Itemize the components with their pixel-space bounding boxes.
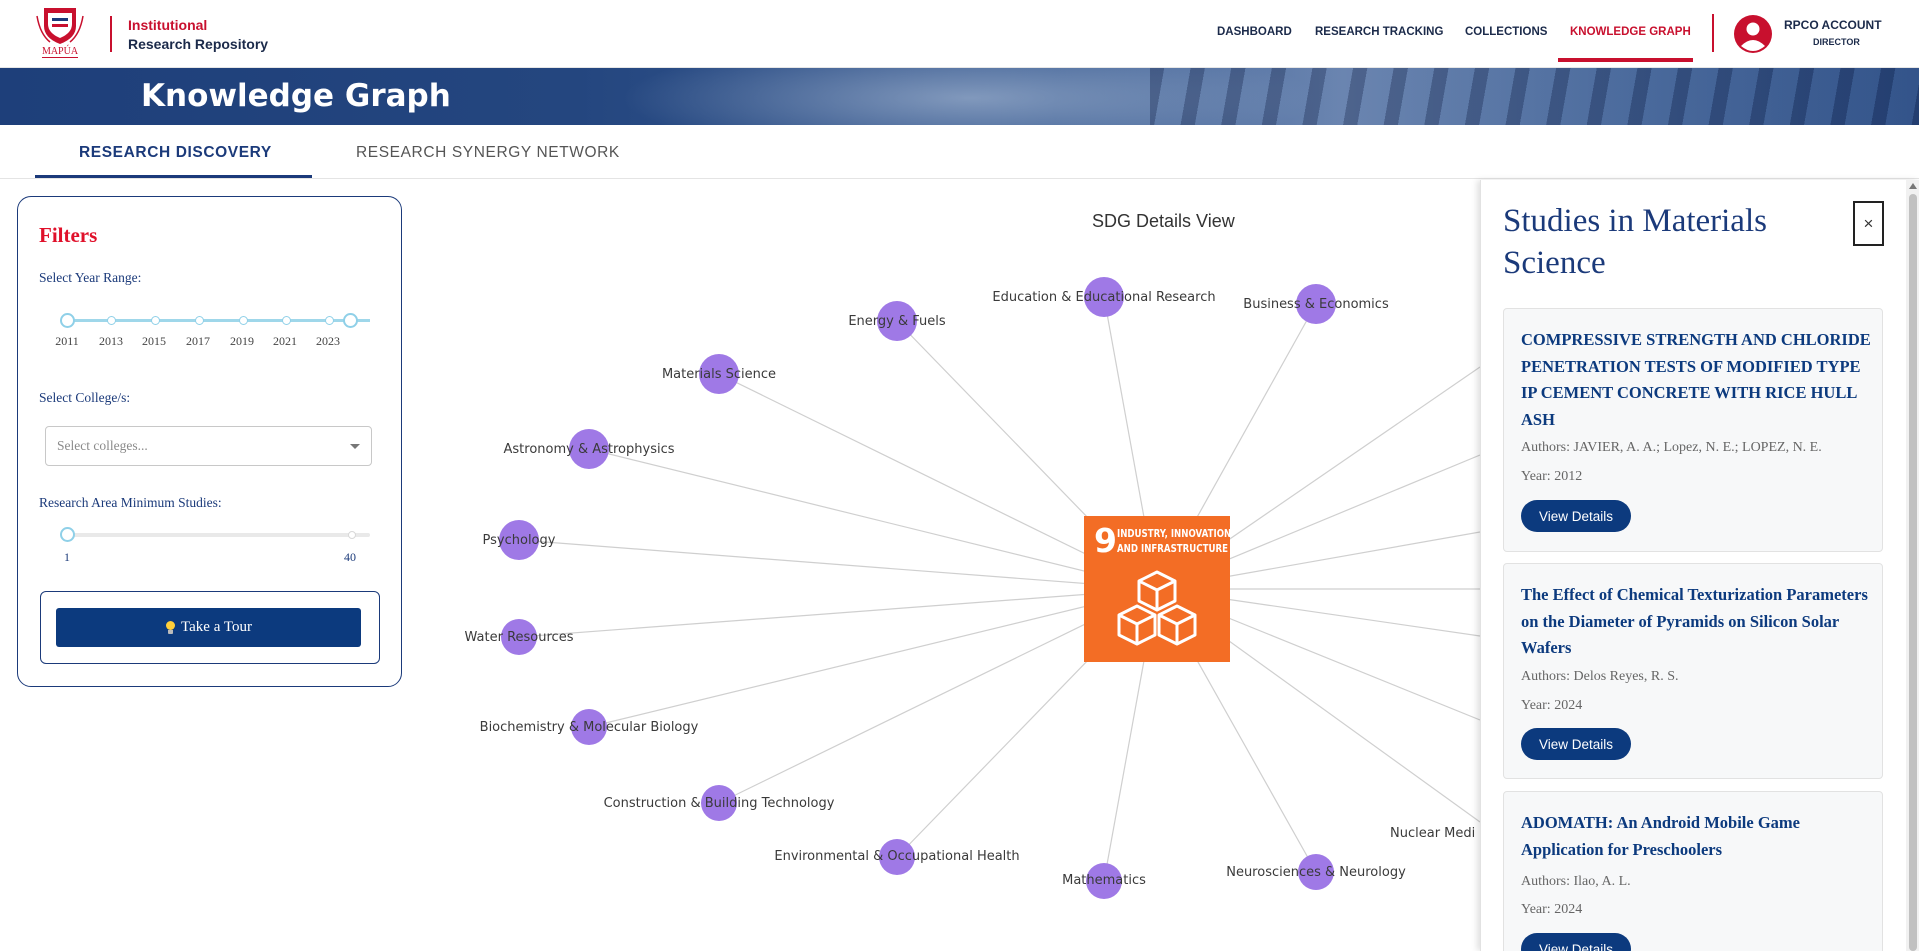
page-title: Knowledge Graph <box>141 78 451 114</box>
view-details-button[interactable]: View Details <box>1521 500 1631 532</box>
year-tick <box>282 316 291 325</box>
account-role: DIRECTOR <box>1813 37 1860 47</box>
year-mark-label: 2023 <box>316 334 340 348</box>
study-year: Year: 2012 <box>1521 469 1583 484</box>
panel-title: Studies in Materials Science <box>1503 203 1767 281</box>
graph-edge <box>588 448 1158 590</box>
year-mark-label: 2015 <box>142 334 166 348</box>
nav-knowledge-graph[interactable]: KNOWLEDGE GRAPH <box>1570 26 1691 38</box>
year-mark-label: 2011 <box>55 334 79 348</box>
node-label: Energy & Fuels <box>848 314 946 329</box>
min-studies-track[interactable] <box>68 533 370 537</box>
lightbulb-icon <box>165 621 176 634</box>
graph-edges <box>518 296 1480 882</box>
knowledge-graph-canvas[interactable]: Education & Educational Research Busines… <box>405 180 1480 951</box>
close-panel-button[interactable]: × <box>1853 201 1884 246</box>
close-icon: × <box>1863 213 1874 233</box>
tab-active-indicator <box>35 175 312 178</box>
study-card: The Effect of Chemical Texturization Par… <box>1503 563 1883 779</box>
tab-research-discovery[interactable]: RESEARCH DISCOVERY <box>79 144 272 162</box>
min-studies-min-label: 1 <box>64 550 70 564</box>
view-details-button[interactable]: View Details <box>1521 933 1631 951</box>
view-details-button[interactable]: View Details <box>1521 728 1631 760</box>
study-authors: Authors: Delos Reyes, R. S. <box>1521 669 1679 684</box>
year-tick <box>195 316 204 325</box>
min-studies-end-marker <box>348 531 356 539</box>
year-mark-label: 2019 <box>230 334 254 348</box>
min-studies-max-label: 40 <box>344 550 356 564</box>
year-tick <box>151 316 160 325</box>
study-authors: Authors: Ilao, A. L. <box>1521 874 1631 889</box>
year-tick <box>239 316 248 325</box>
college-select[interactable]: Select colleges... <box>45 426 372 466</box>
sdg-title-line1: INDUSTRY, INNOVATION <box>1117 528 1232 540</box>
node-label: Astronomy & Astrophysics <box>504 442 675 457</box>
year-tick <box>107 316 116 325</box>
nav-collections[interactable]: COLLECTIONS <box>1465 26 1547 38</box>
study-year: Year: 2024 <box>1521 698 1583 713</box>
nav-dashboard[interactable]: DASHBOARD <box>1217 26 1292 38</box>
node-label: Mathematics <box>1062 873 1146 888</box>
filters-title: Filters <box>39 223 98 247</box>
banner-keyboard-image <box>1150 68 1919 125</box>
study-title[interactable]: COMPRESSIVE STRENGTH AND CHLORIDE PENETR… <box>1521 327 1871 433</box>
node-label: Neurosciences & Neurology <box>1226 865 1406 880</box>
sdg-title-line2: AND INFRASTRUCTURE <box>1117 543 1228 555</box>
take-a-tour-label: Take a Tour <box>181 619 252 635</box>
tab-research-synergy-network[interactable]: RESEARCH SYNERGY NETWORK <box>356 144 620 162</box>
scroll-up-arrow-icon[interactable] <box>1909 183 1917 189</box>
college-select-placeholder: Select colleges... <box>57 438 148 453</box>
filters-panel: Filters Select Year Range: 2011 2013 201… <box>17 196 402 687</box>
panel-scrollbar-thumb[interactable] <box>1909 194 1917 951</box>
node-label: Water Resources <box>465 630 574 645</box>
year-mark-label: 2017 <box>186 334 210 348</box>
graph-edge <box>518 539 1158 590</box>
study-title[interactable]: ADOMATH: An Android Mobile Game Applicat… <box>1521 810 1871 863</box>
sdg-number: 9 <box>1094 521 1117 560</box>
account-name[interactable]: RPCO ACCOUNT <box>1784 18 1882 32</box>
nav-research-tracking[interactable]: RESEARCH TRACKING <box>1315 26 1443 38</box>
min-studies-label: Research Area Minimum Studies: <box>39 495 222 510</box>
study-year: Year: 2024 <box>1521 902 1583 917</box>
top-navigation-bar: MAPÚA Institutional Research Repository … <box>0 0 1919 68</box>
min-studies-handle[interactable] <box>60 527 75 542</box>
cubes-icon <box>1117 570 1197 646</box>
brand-title-line2: Research Repository <box>128 36 269 52</box>
node-label: Psychology <box>483 533 556 548</box>
node-label: Materials Science <box>662 367 776 382</box>
year-range-label: Select Year Range: <box>39 270 142 285</box>
graph-edge <box>518 588 1158 638</box>
tour-container: Take a Tour <box>40 591 380 664</box>
brand-title-line1: Institutional <box>128 17 208 33</box>
college-label: Select College/s: <box>39 390 131 405</box>
year-range-start-handle[interactable] <box>60 313 75 328</box>
year-mark-label: 2013 <box>99 334 123 348</box>
brand-divider <box>110 16 112 52</box>
study-authors: Authors: JAVIER, A. A.; Lopez, N. E.; LO… <box>1521 440 1822 455</box>
year-mark-label: 2021 <box>273 334 297 348</box>
mapua-logo[interactable]: MAPÚA <box>34 4 86 62</box>
graph-edge <box>588 588 1158 728</box>
study-title[interactable]: The Effect of Chemical Texturization Par… <box>1521 582 1871 662</box>
study-card: ADOMATH: An Android Mobile Game Applicat… <box>1503 791 1883 951</box>
user-avatar-icon[interactable] <box>1734 15 1772 53</box>
node-label: Construction & Building Technology <box>604 796 835 811</box>
page-banner: Knowledge Graph <box>0 68 1919 125</box>
study-card: COMPRESSIVE STRENGTH AND CHLORIDE PENETR… <box>1503 308 1883 552</box>
account-divider <box>1712 14 1714 52</box>
node-label: Nuclear Medi <box>1390 826 1475 841</box>
node-label: Biochemistry & Molecular Biology <box>480 720 699 735</box>
take-a-tour-button[interactable]: Take a Tour <box>56 608 361 647</box>
node-label: Business & Economics <box>1243 297 1389 312</box>
studies-side-panel: Studies in Materials Science × COMPRESSI… <box>1480 180 1919 951</box>
year-range-end-handle[interactable] <box>343 313 358 328</box>
svg-text:MAPÚA: MAPÚA <box>42 45 79 57</box>
view-tabs: RESEARCH DISCOVERY RESEARCH SYNERGY NETW… <box>0 125 1919 179</box>
sdg-9-center-node[interactable]: 9 INDUSTRY, INNOVATION AND INFRASTRUCTUR… <box>1084 516 1232 662</box>
chevron-down-icon <box>350 444 360 449</box>
node-label: Environmental & Occupational Health <box>774 849 1019 864</box>
node-label: Education & Educational Research <box>992 290 1215 305</box>
nav-active-indicator <box>1558 58 1693 62</box>
year-tick <box>325 316 334 325</box>
